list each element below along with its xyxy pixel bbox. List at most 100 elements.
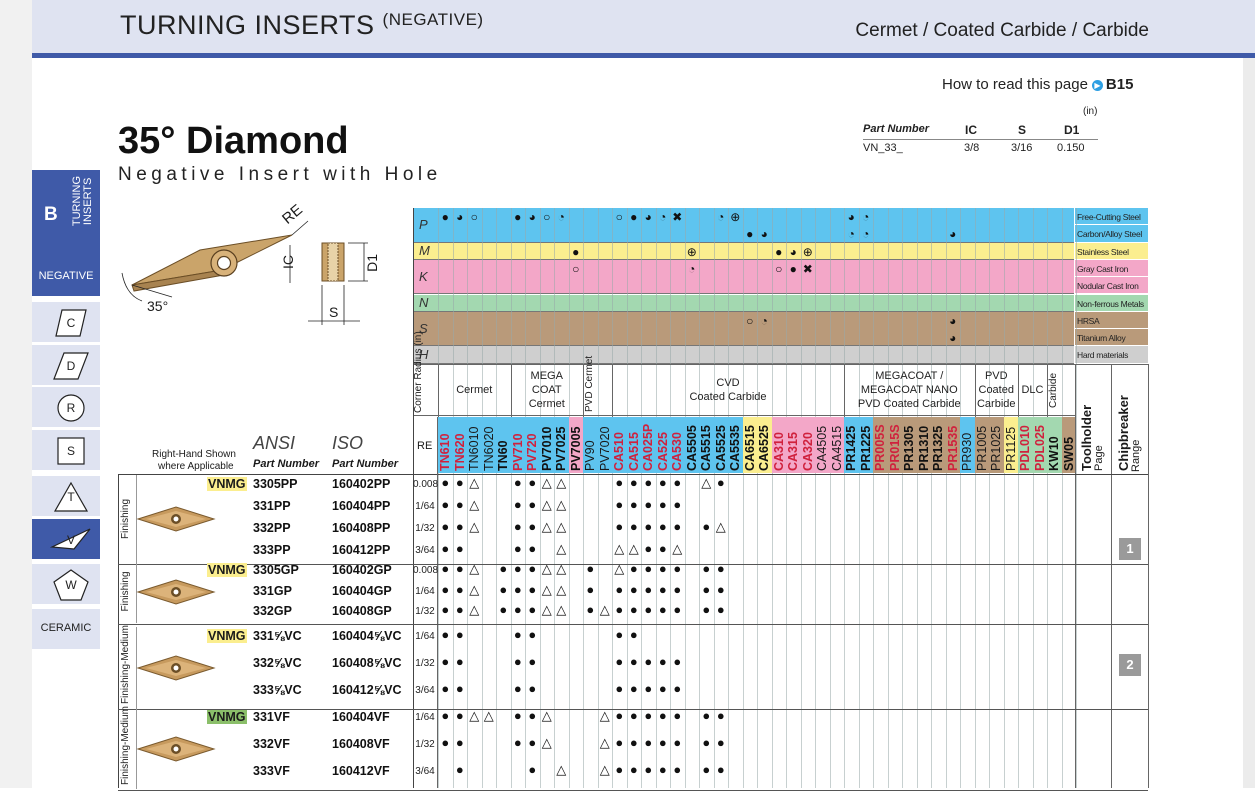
grade-availability-mark: ● — [528, 541, 537, 556]
grade-availability-mark: ● — [644, 681, 653, 696]
insert-series-prefix: VNMG — [207, 629, 247, 643]
material-suitability-mark: ● — [630, 210, 638, 224]
material-suitability-mark: ○ — [746, 313, 754, 328]
group-label: PVD — [984, 369, 1008, 382]
iso-part-number: 160402GP — [332, 563, 392, 577]
grid-col-line — [945, 208, 947, 788]
grade-availability-mark: ● — [441, 475, 450, 490]
grade-name-pr1310: PR1310 — [916, 425, 931, 471]
grade-availability-mark: ● — [455, 654, 464, 669]
grade-availability-mark: △ — [556, 762, 567, 777]
iso-part-number: 160404⅝VC — [332, 629, 402, 643]
grade-availability-mark: ● — [513, 735, 522, 750]
grade-availability-mark: ● — [615, 681, 624, 696]
ansi-part-number: 3305GP — [253, 563, 299, 577]
corner-radius-value: 1/64 — [415, 501, 435, 512]
group-carbide: Carbide — [1048, 372, 1059, 408]
grade-name-pr1025: PR1025 — [989, 425, 1003, 471]
grade-availability-mark: ● — [658, 475, 667, 490]
grid-col-line — [684, 208, 686, 788]
grade-availability-mark: ● — [528, 561, 537, 576]
material-name: Nodular Cast Iron — [1077, 281, 1139, 292]
grid-col-line — [960, 208, 961, 788]
re-header: RE — [417, 440, 433, 452]
material-suitability-mark: ● — [789, 261, 797, 276]
ansi-part-number: 332⅝VC — [253, 656, 302, 670]
grade-availability-mark: ● — [644, 497, 653, 512]
grade-availability-mark: ● — [673, 602, 682, 617]
material-suitability-mark: ◕ — [847, 210, 855, 224]
grade-availability-mark: ● — [673, 497, 682, 512]
grid-col-line — [481, 208, 483, 788]
grade-availability-mark: ● — [513, 519, 522, 534]
section-label: Finishing-Medium — [120, 706, 131, 785]
grid-col-line — [713, 208, 715, 788]
material-suitability-mark: ◔ — [862, 227, 870, 242]
material-suitability-mark: ⊕ — [730, 210, 741, 224]
group-label: Coated Carbide — [689, 390, 767, 403]
grade-availability-mark: ● — [629, 735, 638, 750]
grade-availability-mark: ● — [673, 654, 682, 669]
grade-availability-mark: ● — [673, 735, 682, 750]
material-suitability-mark: ✖ — [672, 210, 683, 224]
grade-availability-mark: △ — [556, 541, 567, 556]
material-suitability-mark: ◕ — [644, 210, 652, 224]
grade-availability-mark: ● — [702, 602, 711, 617]
grade-availability-mark: △ — [469, 519, 480, 534]
grade-availability-mark: ● — [629, 561, 638, 576]
material-suitability-mark: ● — [441, 210, 449, 224]
grid-left-line — [413, 208, 414, 788]
grade-availability-mark: ● — [615, 762, 624, 777]
grid-col-line — [496, 208, 497, 788]
material-suitability-mark: ◕ — [760, 227, 768, 242]
grade-name-ca515: CA515 — [626, 432, 641, 471]
grade-availability-mark: ● — [513, 581, 522, 597]
iso-part-number: 160408⅝VC — [332, 656, 402, 670]
toolholder-header: Toolholder — [1079, 404, 1094, 471]
grade-availability-mark: ● — [455, 735, 464, 750]
grade-availability-mark: ● — [658, 681, 667, 696]
grid-col-line — [873, 208, 874, 788]
corner-radius-value: 1/64 — [415, 631, 435, 642]
grade-availability-mark: △ — [715, 519, 726, 534]
grade-name-ca510: CA510 — [612, 432, 626, 471]
grade-availability-mark: △ — [599, 602, 610, 617]
grade-availability-mark: ● — [441, 681, 450, 696]
grid-col-line — [1003, 208, 1005, 788]
material-suitability-mark: ○ — [470, 210, 478, 224]
grade-name-pdl010: PDL010 — [1018, 425, 1032, 471]
group-dlc: DLC — [1018, 383, 1047, 397]
grade-availability-mark: ● — [513, 708, 522, 723]
rows-left-line — [118, 474, 119, 788]
grade-availability-mark: ● — [716, 475, 725, 490]
material-suitability-mark: ✖ — [802, 261, 813, 276]
grade-name-pv7025: PV7025 — [554, 426, 568, 471]
group-pvd-coated-carbide: PVD Coated Carbide — [975, 369, 1019, 411]
ansi-part-number: 331PP — [253, 499, 291, 513]
grade-availability-mark: ● — [673, 519, 682, 534]
grade-availability-mark: ● — [658, 654, 667, 669]
grade-name-sw05: SW05 — [1061, 436, 1076, 471]
grade-chart: P Free-Cutting Steel Carbon/Alloy Steel M St… — [0, 0, 1255, 791]
grade-availability-mark: △ — [541, 519, 552, 534]
material-suitability-mark: ◔ — [847, 227, 855, 242]
grade-name-pv7020: PV7020 — [597, 426, 612, 471]
grade-availability-mark: ● — [658, 602, 667, 617]
group-cermet: Cermet — [438, 383, 511, 397]
grade-availability-mark: ● — [629, 654, 638, 669]
grade-availability-mark: ● — [586, 561, 595, 576]
material-suitability-mark: ◕ — [949, 331, 957, 346]
grid-col-line — [1061, 208, 1063, 788]
grid-col-line — [800, 208, 802, 788]
grade-availability-mark: △ — [541, 708, 552, 723]
grade-availability-mark: ● — [644, 475, 653, 490]
grade-availability-mark: ● — [528, 475, 537, 490]
group-label: Cermet — [528, 397, 565, 410]
grade-availability-mark: ● — [455, 602, 464, 617]
toolholder-col-line — [1075, 364, 1076, 788]
grade-availability-mark: ● — [658, 541, 667, 556]
grade-availability-mark: ● — [441, 627, 450, 642]
grade-availability-mark: △ — [541, 475, 552, 490]
grade-availability-mark: △ — [556, 475, 567, 490]
ansi-part-number: 3305PP — [253, 477, 298, 491]
